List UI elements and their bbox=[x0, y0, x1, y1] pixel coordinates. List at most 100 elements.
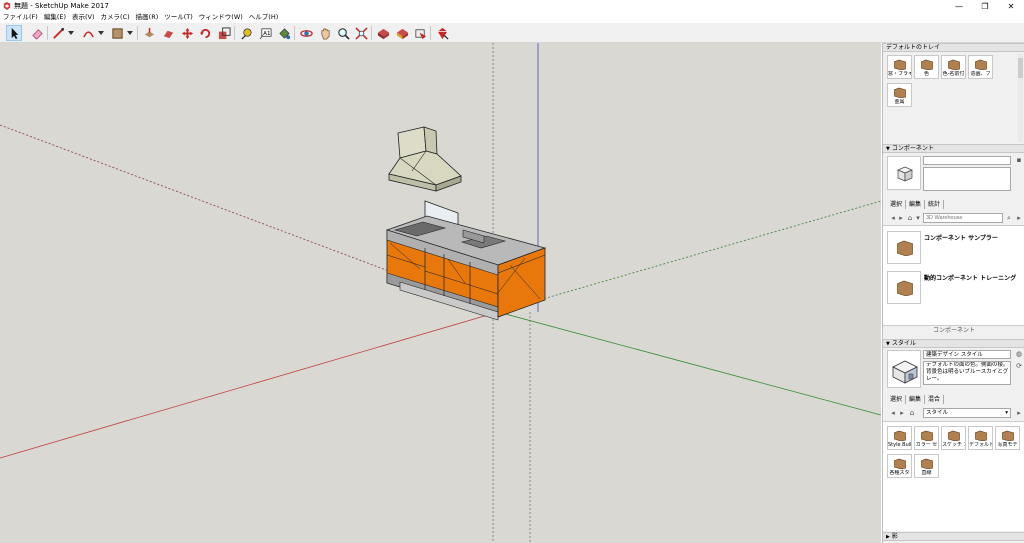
menu-window[interactable]: ウィンドウ(W) bbox=[199, 12, 243, 23]
line-tool-button[interactable] bbox=[50, 25, 66, 41]
collapse-triangle-icon: ▼ bbox=[886, 341, 890, 347]
sketchup-logo-icon bbox=[3, 2, 11, 10]
tab-edit[interactable]: 編集 bbox=[906, 200, 926, 209]
minimize-button[interactable]: — bbox=[946, 0, 972, 12]
details-dropdown-icon[interactable]: ▾ bbox=[914, 214, 922, 222]
red-axis-positive bbox=[0, 311, 499, 459]
arc-tool-dropdown[interactable] bbox=[98, 31, 104, 35]
material-thumb[interactable]: 金属 bbox=[887, 83, 912, 107]
shadows-header[interactable]: ▶ 影 bbox=[883, 532, 1024, 541]
tab-mix[interactable]: 混合 bbox=[925, 395, 945, 404]
range-hood-model[interactable] bbox=[388, 126, 462, 192]
nav-back-icon[interactable]: ◂ bbox=[889, 214, 897, 222]
style-collection-thumb[interactable]: 直線 bbox=[914, 454, 939, 478]
rotate-tool-button[interactable] bbox=[197, 25, 213, 41]
close-button[interactable]: ✕ bbox=[998, 0, 1024, 12]
line-tool-dropdown[interactable] bbox=[68, 31, 74, 35]
modeling-viewport[interactable] bbox=[0, 43, 881, 543]
home-icon[interactable]: ⌂ bbox=[906, 214, 914, 222]
styles-collection-select[interactable]: スタイル ▾ bbox=[923, 408, 1011, 418]
component-sampler-item[interactable] bbox=[887, 231, 921, 264]
menu-draw[interactable]: 描画(R) bbox=[136, 12, 159, 23]
panel-menu-icon[interactable]: ▸ bbox=[1015, 409, 1023, 417]
style-collection-thumb[interactable]: 各種スタ bbox=[887, 454, 912, 478]
material-label: 色 bbox=[923, 71, 929, 77]
style-collection-thumb[interactable]: 写真モデ bbox=[995, 426, 1020, 450]
move-tool-button[interactable] bbox=[179, 25, 195, 41]
paint-bucket-tool-button[interactable] bbox=[276, 25, 292, 41]
style-collection-thumb[interactable]: スケッチ エ bbox=[941, 426, 966, 450]
push-pull-tool-icon bbox=[144, 27, 154, 37]
warehouse-search-input[interactable] bbox=[923, 213, 1003, 223]
follow-me-tool-button[interactable] bbox=[160, 25, 176, 41]
orbit-tool-button[interactable] bbox=[298, 25, 314, 41]
menu-view[interactable]: 表示(V) bbox=[72, 12, 95, 23]
pan-tool-button[interactable] bbox=[317, 25, 333, 41]
materials-scrollbar[interactable] bbox=[1018, 54, 1023, 142]
dynamic-component-training-item[interactable] bbox=[887, 271, 921, 304]
eraser-tool-button[interactable] bbox=[29, 25, 45, 41]
component-name-field[interactable] bbox=[923, 156, 1011, 165]
arc-tool-button[interactable] bbox=[80, 25, 96, 41]
material-thumb[interactable]: 色-名前付 bbox=[941, 55, 966, 79]
style-description-field[interactable]: デフォルトの面の色。側面の稜。背景色は明るいブルースカイとグレー。 bbox=[923, 361, 1011, 385]
tab-statistics[interactable]: 統計 bbox=[925, 200, 945, 209]
update-style-icon[interactable]: ⟳ bbox=[1015, 362, 1023, 370]
select-tool-button[interactable] bbox=[6, 25, 22, 41]
component-sampler-label[interactable]: コンポーネント サンプラー bbox=[924, 233, 998, 242]
search-icon[interactable]: ⌕ bbox=[1005, 214, 1013, 222]
style-name-field[interactable]: 建築デザイン スタイル bbox=[923, 350, 1011, 359]
lock-icon[interactable]: ▪ bbox=[1015, 156, 1023, 164]
default-tray-panel: デフォルトのトレイ 窓・ブライ 色 色-名前付 造園、フ 金属 ▼ コンポーネント… bbox=[882, 43, 1024, 543]
dynamic-component-training-label[interactable]: 動的コンポーネント トレーニング bbox=[924, 273, 1016, 282]
style-collection-thumb[interactable]: カラー セ bbox=[914, 426, 939, 450]
style-collection-label: 写真モデ bbox=[997, 442, 1018, 448]
rectangle-tool-button[interactable] bbox=[109, 25, 125, 41]
menu-help[interactable]: ヘルプ(H) bbox=[249, 12, 278, 23]
kitchen-counter-model[interactable] bbox=[385, 200, 547, 321]
style-collection-thumb[interactable]: デフォルト bbox=[968, 426, 993, 450]
style-preview bbox=[887, 350, 921, 388]
style-collection-thumb[interactable]: Style Buil bbox=[887, 426, 912, 450]
share-model-button[interactable] bbox=[412, 25, 428, 41]
tab-edit[interactable]: 編集 bbox=[906, 395, 926, 404]
line-tool-icon bbox=[52, 27, 64, 39]
ruby-console-button[interactable] bbox=[434, 25, 450, 41]
nav-forward-icon[interactable]: ▸ bbox=[898, 409, 906, 417]
extension-warehouse-button[interactable] bbox=[394, 25, 410, 41]
material-label: 金属 bbox=[894, 99, 905, 105]
menu-tools[interactable]: ツール(T) bbox=[164, 12, 193, 23]
push-pull-tool-button[interactable] bbox=[141, 25, 157, 41]
svg-text:A1: A1 bbox=[263, 30, 271, 36]
zoom-tool-button[interactable] bbox=[335, 25, 351, 41]
scrollbar-thumb[interactable] bbox=[1018, 58, 1023, 78]
ruby-console-icon bbox=[437, 27, 449, 40]
folder-icon bbox=[894, 87, 906, 98]
components-header[interactable]: ▼ コンポーネント bbox=[883, 144, 1024, 153]
material-thumb[interactable]: 色 bbox=[914, 55, 939, 79]
component-description-field[interactable] bbox=[923, 167, 1011, 191]
rectangle-tool-dropdown[interactable] bbox=[127, 31, 133, 35]
material-thumb[interactable]: 窓・ブライ bbox=[887, 55, 912, 79]
home-icon[interactable]: ⌂ bbox=[908, 409, 916, 417]
panel-menu-icon[interactable]: ▸ bbox=[1015, 214, 1023, 222]
scale-tool-button[interactable] bbox=[216, 25, 232, 41]
nav-back-icon[interactable]: ◂ bbox=[889, 409, 897, 417]
tab-select[interactable]: 選択 bbox=[887, 395, 907, 404]
menu-file[interactable]: ファイル(F) bbox=[3, 12, 38, 23]
menu-edit[interactable]: 編集(E) bbox=[44, 12, 66, 23]
maximize-button[interactable]: ❐ bbox=[972, 0, 998, 12]
warehouse-button[interactable] bbox=[375, 25, 391, 41]
text-tool-button[interactable]: A1 bbox=[257, 25, 273, 41]
styles-header[interactable]: ▼ スタイル bbox=[883, 339, 1024, 348]
create-style-icon[interactable]: ◍ bbox=[1015, 350, 1023, 358]
tab-select[interactable]: 選択 bbox=[887, 200, 907, 209]
tape-measure-tool-button[interactable] bbox=[238, 25, 254, 41]
nav-forward-icon[interactable]: ▸ bbox=[897, 214, 905, 222]
material-thumb[interactable]: 造園、フ bbox=[968, 55, 993, 79]
share-model-icon bbox=[414, 28, 426, 39]
expand-triangle-icon: ▶ bbox=[886, 534, 890, 540]
menu-camera[interactable]: カメラ(C) bbox=[101, 12, 130, 23]
zoom-tool-icon bbox=[337, 27, 350, 40]
zoom-extents-tool-button[interactable] bbox=[353, 25, 369, 41]
